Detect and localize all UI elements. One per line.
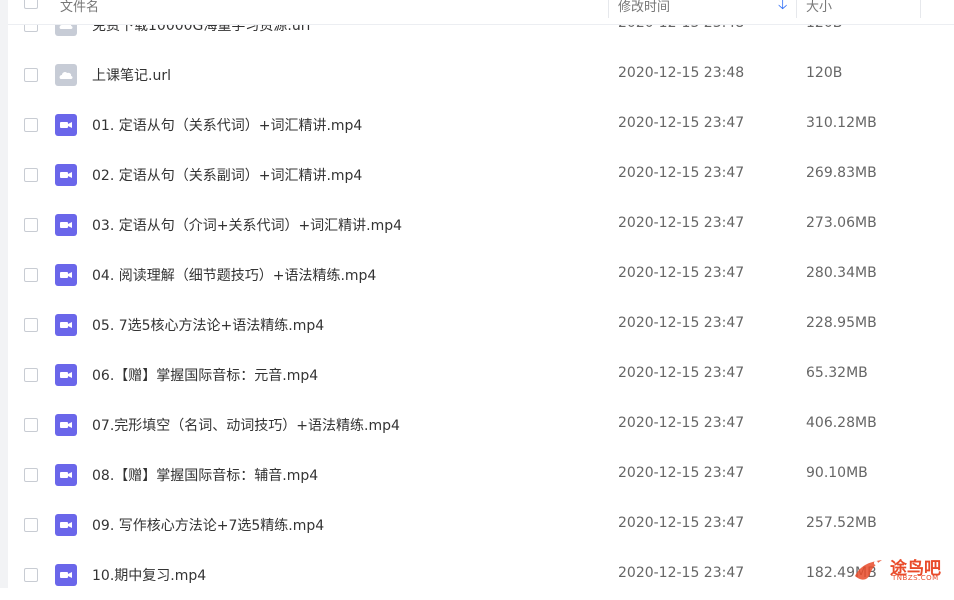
file-name[interactable]: 03. 定语从句（介词+关系代词）+词汇精讲.mp4	[92, 215, 402, 235]
file-size: 228.95MB	[806, 315, 877, 331]
file-row[interactable]: 08.【赠】掌握国际音标：辅音.mp4 2020-12-15 23:47 90.10…	[8, 450, 954, 500]
file-modified-time: 2020-12-15 23:47	[618, 215, 745, 231]
file-name[interactable]: 01. 定语从句（关系代词）+词汇精讲.mp4	[92, 115, 362, 135]
select-all-checkbox[interactable]	[24, 0, 38, 9]
file-row[interactable]: 03. 定语从句（介词+关系代词）+词汇精讲.mp4 2020-12-15 23:…	[8, 200, 954, 250]
file-modified-time: 2020-12-15 23:47	[618, 315, 745, 331]
file-modified-time: 2020-12-15 23:47	[618, 565, 745, 581]
row-checkbox[interactable]	[24, 318, 38, 332]
video-file-icon	[55, 364, 77, 386]
file-size: 280.34MB	[806, 265, 877, 281]
file-size: 65.32MB	[806, 365, 868, 381]
video-file-icon	[55, 564, 77, 586]
video-file-icon	[55, 264, 77, 286]
row-checkbox[interactable]	[24, 518, 38, 532]
file-name[interactable]: 05. 7选5核心方法论+语法精练.mp4	[92, 315, 324, 335]
video-file-icon	[55, 164, 77, 186]
file-row[interactable]: 02. 定语从句（关系副词）+词汇精讲.mp4 2020-12-15 23:47 2…	[8, 150, 954, 200]
file-size: 310.12MB	[806, 115, 877, 131]
video-file-icon	[55, 214, 77, 236]
video-file-icon	[55, 414, 77, 436]
column-divider	[920, 0, 921, 18]
file-list-header: 文件名 修改时间 🡣 大小	[8, 0, 954, 25]
file-row[interactable]: 06.【赠】掌握国际音标：元音.mp4 2020-12-15 23:47 65.32…	[8, 350, 954, 400]
file-row[interactable]: 09. 写作核心方法论+7选5精练.mp4 2020-12-15 23:47 257…	[8, 500, 954, 550]
video-file-icon	[55, 464, 77, 486]
file-modified-time: 2020-12-15 23:47	[618, 165, 745, 181]
file-size: 269.83MB	[806, 165, 877, 181]
file-row[interactable]: 04. 阅读理解（细节题技巧）+语法精练.mp4 2020-12-15 23:47…	[8, 250, 954, 300]
bird-logo-icon	[855, 560, 882, 580]
row-checkbox[interactable]	[24, 568, 38, 582]
file-row[interactable]: 上课笔记.url 2020-12-15 23:48 120B	[8, 50, 954, 100]
file-size: 90.10MB	[806, 465, 868, 481]
file-modified-time: 2020-12-15 23:47	[618, 115, 745, 131]
file-size: 406.28MB	[806, 415, 877, 431]
column-divider	[608, 0, 609, 18]
file-row[interactable]: 07.完形填空（名词、动词技巧）+语法精练.mp4 2020-12-15 23:4…	[8, 400, 954, 450]
row-checkbox[interactable]	[24, 418, 38, 432]
row-checkbox[interactable]	[24, 168, 38, 182]
file-row[interactable]: 10.期中复习.mp4 2020-12-15 23:47 182.49MB	[8, 550, 954, 600]
file-name[interactable]: 07.完形填空（名词、动词技巧）+语法精练.mp4	[92, 415, 400, 435]
file-modified-time: 2020-12-15 23:47	[618, 465, 745, 481]
file-size: 120B	[806, 65, 843, 81]
file-name[interactable]: 上课笔记.url	[92, 65, 171, 85]
file-modified-time: 2020-12-15 23:48	[618, 65, 745, 81]
row-checkbox[interactable]	[24, 268, 38, 282]
file-modified-time: 2020-12-15 23:47	[618, 265, 745, 281]
column-divider	[796, 0, 797, 18]
row-checkbox[interactable]	[24, 118, 38, 132]
link-file-icon	[55, 64, 77, 86]
row-checkbox[interactable]	[24, 368, 38, 382]
video-file-icon	[55, 314, 77, 336]
row-checkbox[interactable]	[24, 468, 38, 482]
column-header-time[interactable]: 修改时间	[618, 0, 670, 15]
file-modified-time: 2020-12-15 23:47	[618, 515, 745, 531]
file-modified-time: 2020-12-15 23:47	[618, 415, 745, 431]
file-name[interactable]: 08.【赠】掌握国际音标：辅音.mp4	[92, 465, 318, 485]
video-file-icon	[55, 514, 77, 536]
row-checkbox[interactable]	[24, 218, 38, 232]
video-file-icon	[55, 114, 77, 136]
file-size: 273.06MB	[806, 215, 877, 231]
down-arrow-icon[interactable]: 🡣	[778, 0, 787, 18]
column-header-size[interactable]: 大小	[806, 0, 832, 15]
file-name[interactable]: 02. 定语从句（关系副词）+词汇精讲.mp4	[92, 165, 362, 185]
watermark-subtext: TNBZS.COM	[892, 574, 939, 582]
file-name[interactable]: 10.期中复习.mp4	[92, 565, 206, 585]
site-watermark: 途鸟吧 TNBZS.COM	[852, 552, 952, 586]
left-panel-border	[0, 0, 8, 588]
file-row[interactable]: 01. 定语从句（关系代词）+词汇精讲.mp4 2020-12-15 23:47 3…	[8, 100, 954, 150]
file-size: 257.52MB	[806, 515, 877, 531]
file-modified-time: 2020-12-15 23:47	[618, 365, 745, 381]
file-name[interactable]: 04. 阅读理解（细节题技巧）+语法精练.mp4	[92, 265, 376, 285]
file-name[interactable]: 09. 写作核心方法论+7选5精练.mp4	[92, 515, 324, 535]
column-header-name[interactable]: 文件名	[60, 0, 99, 15]
file-row[interactable]: 05. 7选5核心方法论+语法精练.mp4 2020-12-15 23:47 228…	[8, 300, 954, 350]
row-checkbox[interactable]	[24, 68, 38, 82]
file-name[interactable]: 06.【赠】掌握国际音标：元音.mp4	[92, 365, 318, 385]
